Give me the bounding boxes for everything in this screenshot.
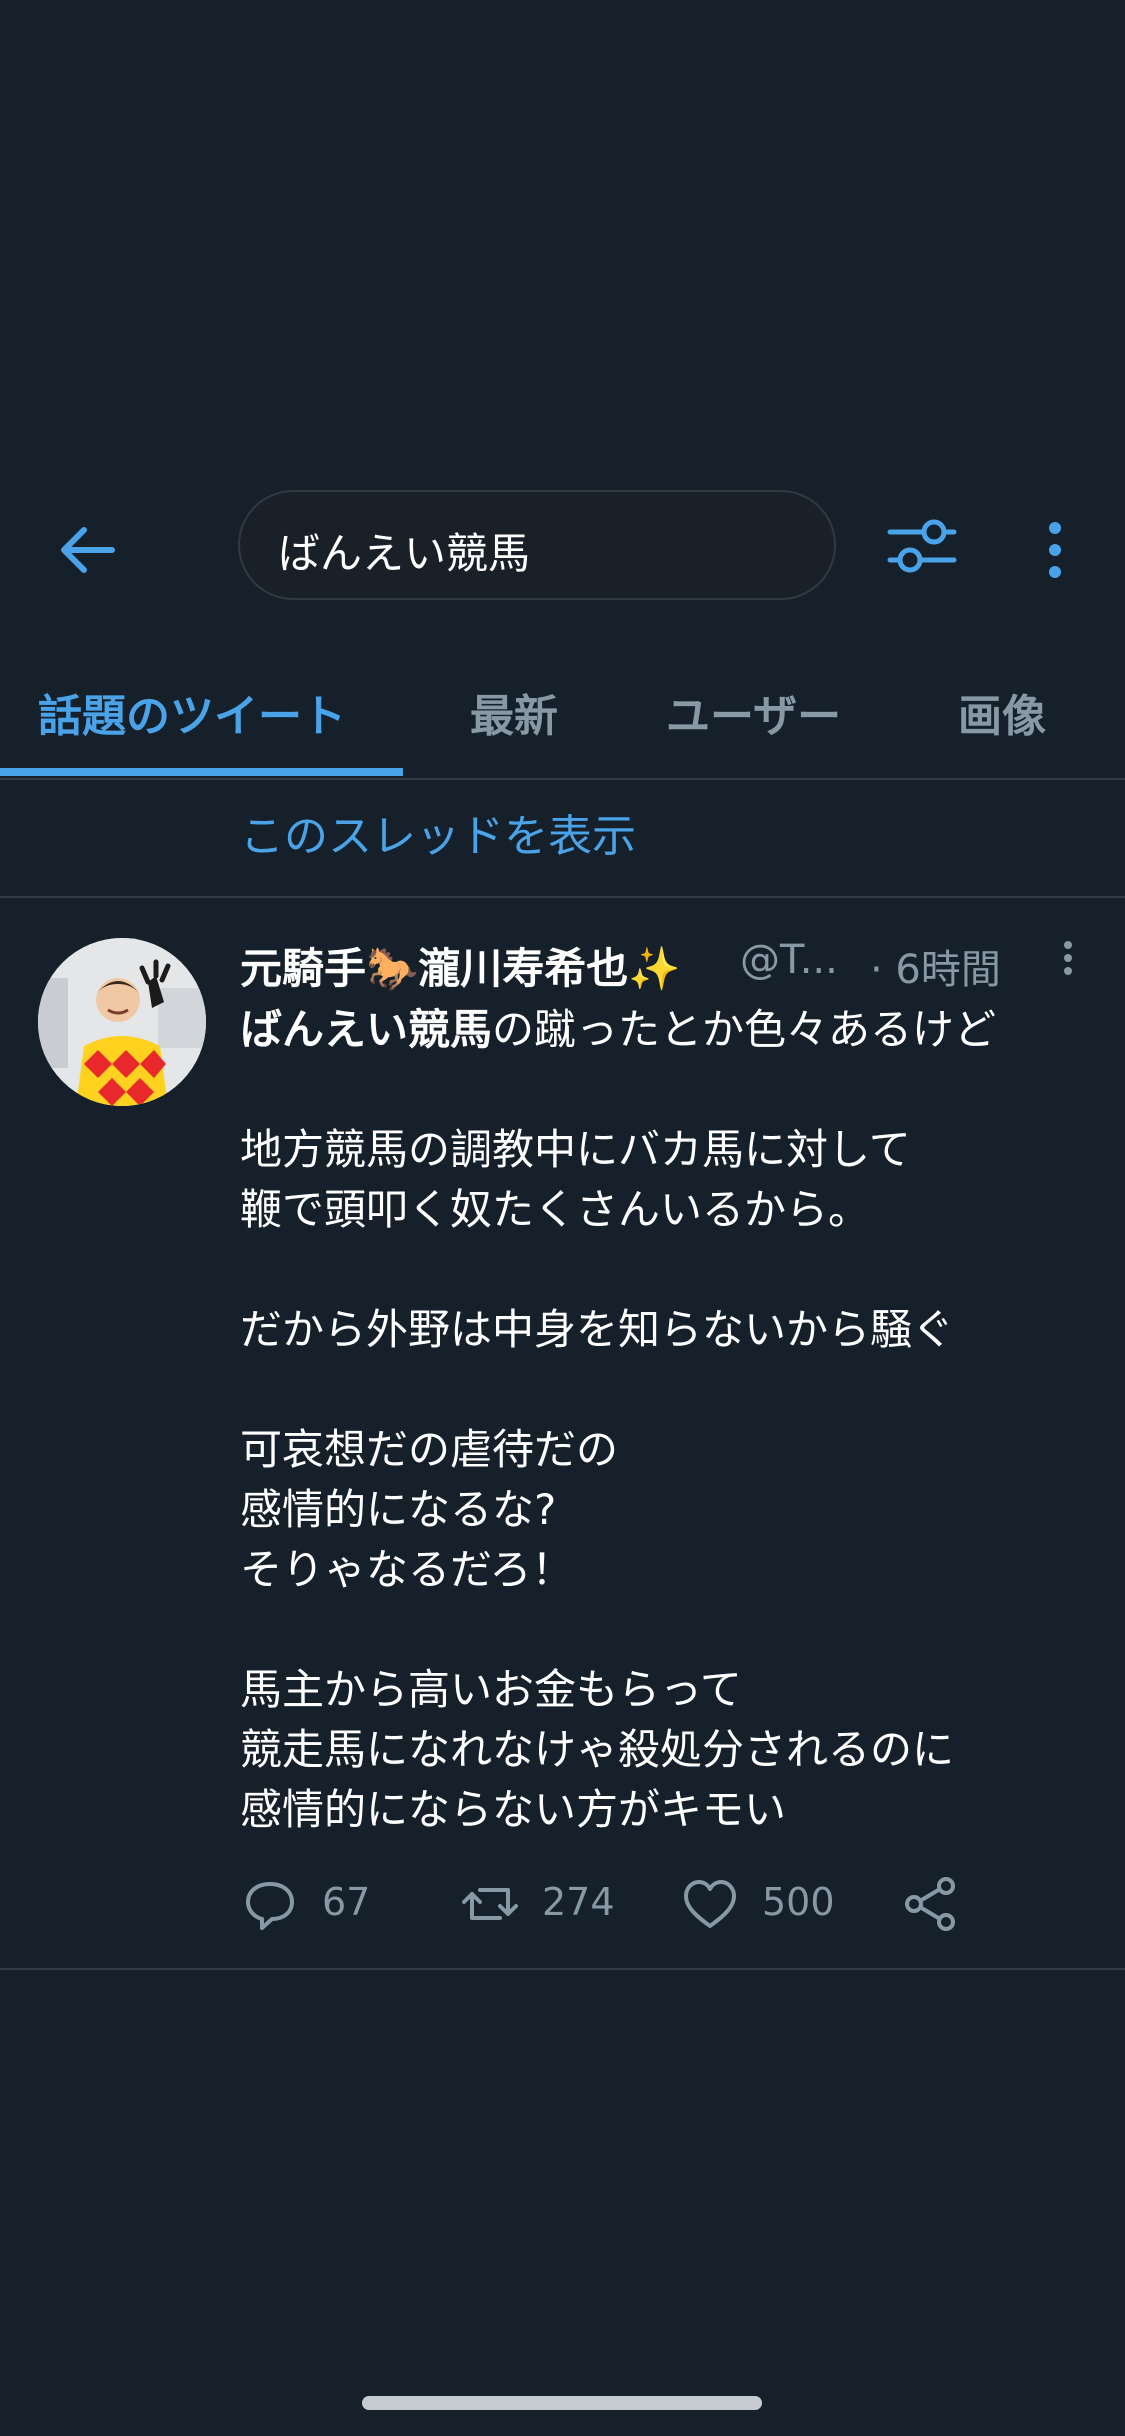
tweet-line <box>240 1060 1100 1120</box>
tweet-line: 感情的にならない方がキモい <box>240 1785 787 1834</box>
share-button[interactable] <box>900 1870 980 1940</box>
tweet-line: 可哀想だの虐待だの <box>240 1425 619 1474</box>
show-thread-link[interactable]: このスレッドを表示 <box>240 800 636 864</box>
avatar[interactable] <box>38 938 206 1106</box>
filter-sliders-icon[interactable] <box>882 506 962 586</box>
author-name[interactable]: 元騎手🐎瀧川寿希也✨ <box>240 935 681 996</box>
reply-icon <box>246 1882 294 1930</box>
reply-button[interactable]: 67 <box>240 1870 440 1940</box>
active-tab-indicator <box>0 768 403 776</box>
tweet-line <box>240 1240 1100 1300</box>
tweet-line: 競走馬になれなけゃ殺処分されるのに <box>240 1725 955 1774</box>
heart-icon <box>684 1880 736 1928</box>
tweet-more-icon[interactable] <box>1048 935 1088 985</box>
tweet-timestamp: · 6時間 <box>870 947 1001 993</box>
search-query: ばんえい競馬 <box>278 529 531 578</box>
back-arrow-icon[interactable] <box>50 510 130 590</box>
search-header: ばんえい競馬 <box>0 480 1125 610</box>
tweet-divider <box>0 1968 1125 1970</box>
like-count: 500 <box>762 1880 835 1924</box>
tweet-line: だから外野は中身を知らないから騒ぐ <box>240 1305 955 1354</box>
tweet-line: そりゃなるだろ！ <box>240 1545 574 1594</box>
tweet-line: 感情的になるな? <box>240 1485 557 1534</box>
more-vertical-icon[interactable] <box>1030 510 1080 590</box>
status-bar-area <box>0 0 1125 460</box>
author-handle[interactable]: @T... <box>740 937 838 983</box>
retweet-count: 274 <box>542 1880 615 1924</box>
tweet-header: 元騎手🐎瀧川寿希也✨ @T... · 6時間 <box>240 935 1080 995</box>
tab-people[interactable]: ユーザー <box>666 680 841 744</box>
reply-count: 67 <box>322 1880 371 1924</box>
retweet-icon <box>462 1888 518 1920</box>
like-button[interactable]: 500 <box>680 1870 880 1940</box>
tweet-line: 馬主から高いお金もらって <box>240 1665 742 1714</box>
share-icon <box>905 1877 955 1931</box>
retweet-button[interactable]: 274 <box>460 1870 660 1940</box>
tweet-line <box>240 1360 1100 1420</box>
tab-photos[interactable]: 画像 <box>958 680 1046 744</box>
tab-latest[interactable]: 最新 <box>470 680 558 744</box>
tweet-text: ばんえい競馬の蹴ったとか色々あるけど 地方競馬の調教中にバカ馬に対して 鞭で頭叩… <box>240 1000 1100 1840</box>
thread-divider <box>0 896 1125 898</box>
tweet-line <box>240 1600 1100 1660</box>
search-keyword-highlight: ばんえい競馬 <box>240 1005 493 1054</box>
tweet-actions: 67 274 500 <box>240 1870 1080 1940</box>
tabs-divider <box>0 778 1125 780</box>
tab-top[interactable]: 話題のツイート <box>38 680 346 744</box>
tweet-first-line-rest: の蹴ったとか色々あるけど <box>492 1005 997 1054</box>
home-indicator[interactable] <box>362 2396 762 2410</box>
tweet-line: 地方競馬の調教中にバカ馬に対して <box>240 1125 911 1174</box>
search-input[interactable]: ばんえい競馬 <box>238 490 836 600</box>
tweet-line: 鞭で頭叩く奴たくさんいるから。 <box>240 1185 871 1234</box>
search-tabs: 話題のツイート 最新 ユーザー 画像 <box>0 660 1125 780</box>
tweet-first-line: ばんえい競馬の蹴ったとか色々あるけど <box>240 1000 1100 1060</box>
